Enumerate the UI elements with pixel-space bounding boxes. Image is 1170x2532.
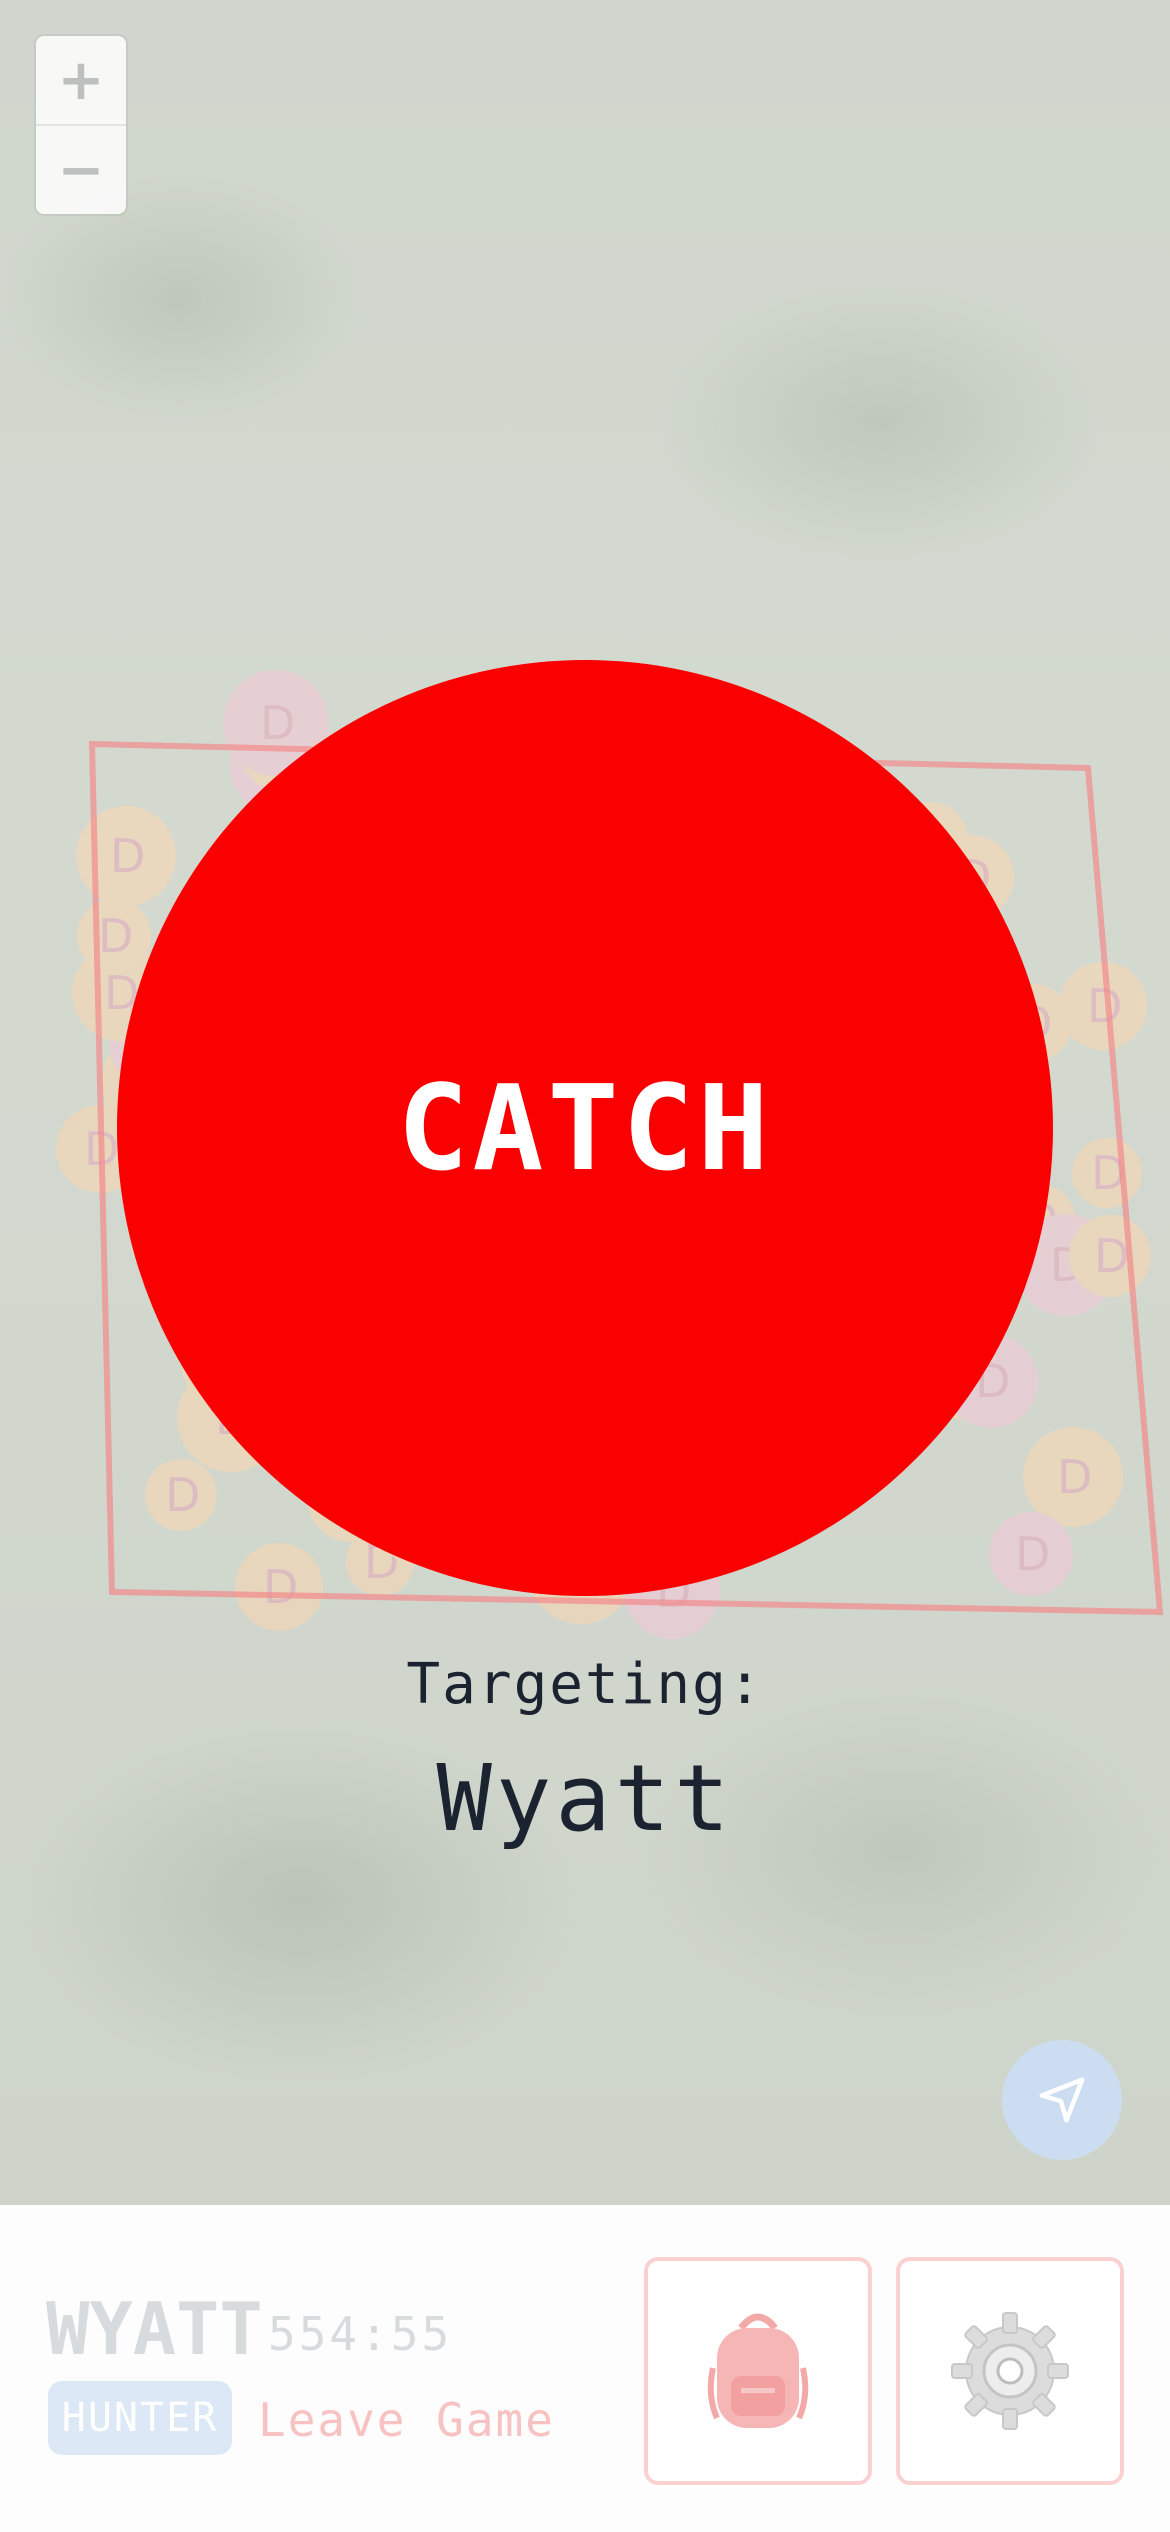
svg-text:D: D <box>263 1560 298 1614</box>
svg-text:D: D <box>1094 1229 1129 1283</box>
svg-text:D: D <box>260 696 295 750</box>
backpack-icon <box>707 2313 809 2428</box>
game-timer: 554:55 <box>268 2307 453 2361</box>
svg-text:D: D <box>1015 1527 1050 1581</box>
leave-game-button[interactable]: Leave Game <box>258 2393 555 2447</box>
zoom-out-button[interactable]: − <box>36 124 126 214</box>
player-name: WYATT <box>46 2287 263 2371</box>
player-panel: WYATT 554:55 HUNTER Leave Game <box>0 2205 1170 2532</box>
catch-button[interactable]: CATCH <box>117 660 1053 1596</box>
zoom-in-button[interactable]: + <box>36 36 126 124</box>
catch-button-label: CATCH <box>397 1059 773 1197</box>
role-badge: HUNTER <box>48 2381 232 2455</box>
target-name: Wyatt <box>436 1745 734 1852</box>
locate-me-button[interactable] <box>1002 2040 1122 2160</box>
targeting-heading: Targeting: <box>406 1652 764 1717</box>
zoom-control: + − <box>36 36 126 214</box>
svg-text:D: D <box>98 909 133 963</box>
svg-text:D: D <box>110 829 145 883</box>
navigation-arrow-icon <box>1039 2077 1085 2123</box>
settings-button[interactable] <box>896 2257 1124 2485</box>
svg-text:D: D <box>165 1468 200 1522</box>
svg-text:D: D <box>1057 1450 1092 1504</box>
inventory-button[interactable] <box>644 2257 872 2485</box>
gear-icon <box>951 2312 1069 2430</box>
